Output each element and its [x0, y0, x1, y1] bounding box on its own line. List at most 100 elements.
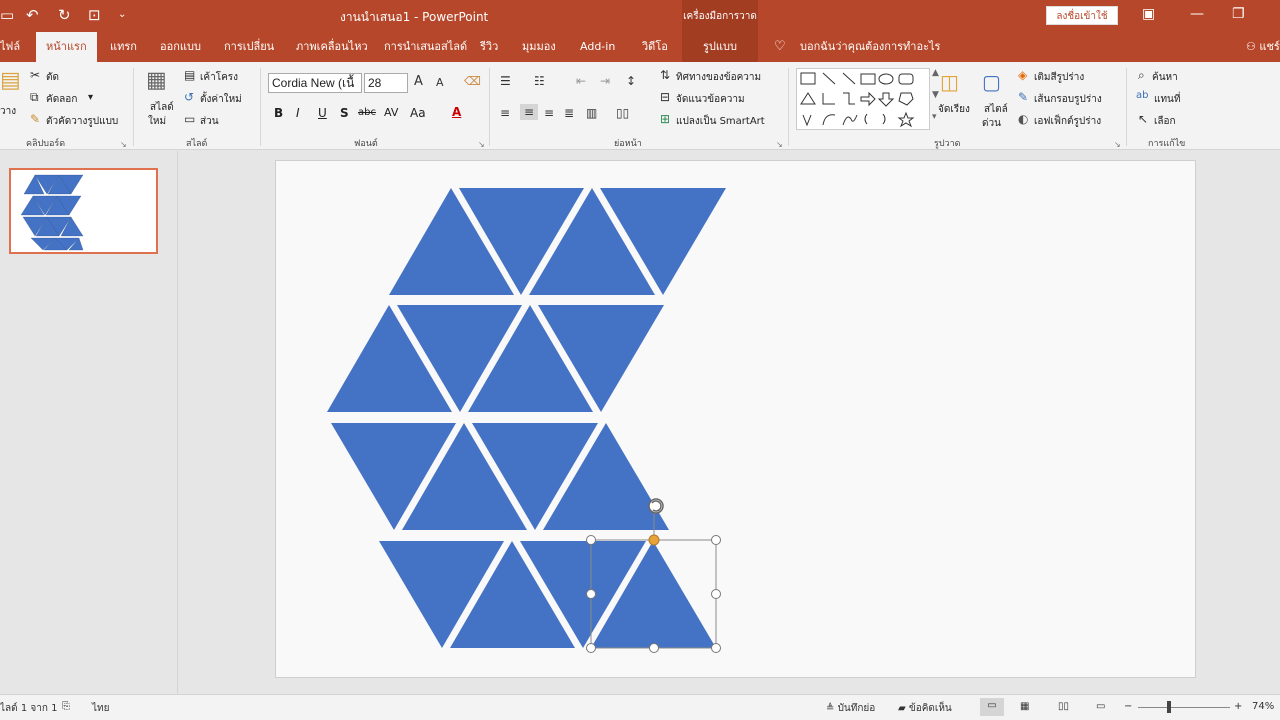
arrange-button[interactable]: จัดเรียง	[938, 102, 970, 117]
tab-file[interactable]: ไฟล์	[0, 32, 20, 62]
tell-me-search[interactable]: บอกฉันว่าคุณต้องการทำอะไร	[800, 32, 940, 62]
columns-icon[interactable]: ▯▯	[616, 106, 629, 120]
quick-styles-icon[interactable]: ▢	[982, 70, 1001, 94]
zoom-out-icon[interactable]: −	[1124, 701, 1132, 712]
align-right-icon[interactable]: ≡	[544, 106, 554, 120]
format-painter-button[interactable]: ตัวคัดวางรูปแบบ	[46, 114, 118, 129]
save-icon[interactable]: ▭	[0, 6, 14, 24]
redo-icon[interactable]: ↻	[58, 6, 71, 24]
shape-outline-icon[interactable]: ✎	[1018, 90, 1028, 104]
tab-transitions[interactable]: การเปลี่ยน	[224, 32, 274, 62]
new-slide-label-1[interactable]: สไลด์	[150, 100, 174, 115]
section-button[interactable]: ส่วน	[200, 114, 219, 129]
copy-dropdown-icon[interactable]: ▾	[88, 92, 93, 103]
shapes-gallery[interactable]	[796, 68, 930, 130]
shape-effects-icon[interactable]: ◐	[1018, 112, 1028, 126]
font-size-dropdown[interactable]: 28	[364, 73, 408, 93]
replace-icon[interactable]: ab	[1136, 90, 1148, 101]
tab-design[interactable]: ออกแบบ	[160, 32, 201, 62]
restore-icon[interactable]: ❐	[1232, 6, 1245, 22]
shape-outline-button[interactable]: เส้นกรอบรูปร่าง	[1034, 92, 1102, 107]
paste-icon[interactable]: ▤	[0, 68, 21, 93]
format-painter-icon[interactable]: ✎	[30, 112, 40, 126]
reset-button[interactable]: ตั้งค่าใหม่	[200, 92, 242, 107]
paragraph-dialog-launcher-icon[interactable]: ↘	[776, 140, 783, 149]
decrease-indent-icon[interactable]: ⇤	[576, 74, 586, 88]
align-center-icon[interactable]: ≡	[520, 104, 539, 120]
align-left-icon[interactable]: ≡	[500, 106, 510, 120]
present-from-start-icon[interactable]: ⊡	[88, 6, 101, 24]
copy-icon[interactable]: ⧉	[30, 90, 39, 105]
slide-thumbnail-1[interactable]	[9, 168, 158, 254]
bullets-icon[interactable]: ☰	[500, 74, 511, 88]
clear-formatting-icon[interactable]: ⌫	[464, 74, 481, 88]
tab-animations[interactable]: ภาพเคลื่อนไหว	[296, 32, 368, 62]
replace-button[interactable]: แทนที่	[1154, 92, 1180, 107]
smartart-icon[interactable]: ⊞	[660, 112, 670, 126]
zoom-in-icon[interactable]: +	[1234, 701, 1242, 712]
zoom-slider[interactable]	[1138, 707, 1230, 708]
change-case-button[interactable]: Aa	[410, 106, 426, 120]
font-name-dropdown[interactable]: Cordia New (เนื้	[268, 73, 362, 93]
tab-home[interactable]: หน้าแรก	[36, 32, 97, 62]
slideshow-icon[interactable]: ▭	[1096, 701, 1105, 712]
slide-sorter-icon[interactable]: ▦	[1020, 701, 1029, 712]
find-button[interactable]: ค้นหา	[1152, 70, 1178, 85]
paste-label[interactable]: วาง	[0, 104, 16, 119]
reset-icon[interactable]: ↺	[184, 90, 194, 104]
align-text-button[interactable]: จัดแนวข้อความ	[676, 92, 745, 107]
line-spacing-icon[interactable]: ↕	[626, 74, 636, 88]
underline-button[interactable]: U	[318, 106, 327, 120]
select-icon[interactable]: ↖	[1138, 112, 1148, 126]
distributed-icon[interactable]: ▥	[586, 106, 597, 120]
share-button[interactable]: ⚇ แชร์	[1246, 32, 1280, 62]
arrange-icon[interactable]: ◫	[940, 70, 959, 94]
copy-button[interactable]: คัดลอก	[46, 92, 77, 107]
shape-effects-button[interactable]: เอฟเฟ็กต์รูปร่าง	[1034, 114, 1101, 129]
clipboard-dialog-launcher-icon[interactable]: ↘	[120, 140, 127, 149]
increase-font-icon[interactable]: A	[414, 74, 423, 89]
normal-view-icon[interactable]: ▭	[980, 698, 1004, 716]
tab-video[interactable]: วิดีโอ	[642, 32, 668, 62]
shape-fill-button[interactable]: เติมสีรูปร่าง	[1034, 70, 1084, 85]
language-indicator[interactable]: ไทย	[92, 701, 109, 716]
layout-icon[interactable]: ▤	[184, 68, 195, 82]
font-dialog-launcher-icon[interactable]: ↘	[478, 140, 485, 149]
customize-toolbar-icon[interactable]: ⌄	[118, 9, 126, 20]
find-icon[interactable]: ⌕	[1138, 68, 1145, 83]
scissors-icon[interactable]: ✂	[30, 68, 40, 82]
justify-icon[interactable]: ≣	[564, 106, 574, 120]
notes-button[interactable]: ≜ บันทึกย่อ	[826, 701, 875, 716]
quick-styles-label-2[interactable]: ด่วน	[982, 116, 1001, 131]
tab-review[interactable]: รีวิว	[480, 32, 498, 62]
align-text-icon[interactable]: ⊟	[660, 90, 670, 104]
undo-icon[interactable]: ↶	[26, 6, 39, 24]
tab-insert[interactable]: แทรก	[110, 32, 137, 62]
text-direction-icon[interactable]: ⇅	[660, 68, 670, 82]
new-slide-icon[interactable]: ▦	[146, 68, 167, 93]
reading-view-icon[interactable]: ▯▯	[1058, 701, 1069, 712]
gallery-scroll-down-icon[interactable]: ▼	[932, 90, 939, 100]
new-slide-label-2[interactable]: ใหม่	[148, 114, 166, 129]
ribbon-display-options-icon[interactable]: ▣	[1142, 6, 1155, 22]
gallery-scroll-up-icon[interactable]: ▲	[932, 68, 939, 78]
select-button[interactable]: เลือก	[1154, 114, 1176, 129]
comments-button[interactable]: ▰ ข้อคิดเห็น	[898, 701, 952, 716]
tab-format[interactable]: รูปแบบ	[682, 32, 758, 62]
convert-smartart-button[interactable]: แปลงเป็น SmartArt	[676, 114, 765, 129]
slide-canvas[interactable]	[275, 160, 1196, 678]
italic-button[interactable]: I	[296, 106, 300, 120]
drawing-dialog-launcher-icon[interactable]: ↘	[1114, 140, 1121, 149]
layout-button[interactable]: เค้าโครง	[200, 70, 238, 85]
zoom-slider-thumb[interactable]	[1167, 701, 1171, 713]
gallery-more-icon[interactable]: ▾	[932, 112, 937, 122]
decrease-font-icon[interactable]: A	[436, 76, 444, 89]
tab-addins[interactable]: Add-in	[580, 32, 615, 62]
zoom-level[interactable]: 74%	[1252, 701, 1274, 712]
cut-button[interactable]: ตัด	[46, 70, 59, 85]
tab-view[interactable]: มุมมอง	[522, 32, 556, 62]
sign-in-button[interactable]: ลงชื่อเข้าใช้	[1046, 6, 1118, 25]
tab-slideshow[interactable]: การนำเสนอสไลด์	[384, 32, 467, 62]
minimize-icon[interactable]: —	[1190, 6, 1204, 22]
quick-styles-label-1[interactable]: สไตล์	[984, 102, 1008, 117]
